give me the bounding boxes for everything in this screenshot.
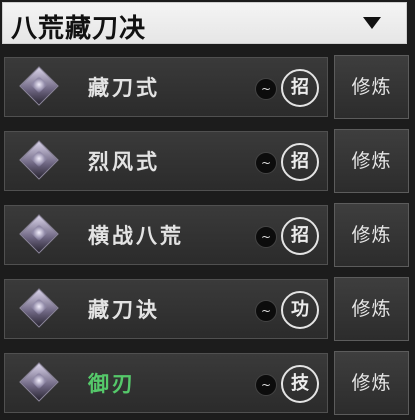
triangle-down-icon[interactable] xyxy=(363,17,381,29)
skill-name: 藏刀式 xyxy=(88,75,160,100)
skill-icon xyxy=(19,66,59,106)
level-icon: ~ xyxy=(255,300,277,322)
skill-name: 横战八荒 xyxy=(88,223,184,248)
skill-panel[interactable]: 藏刀诀 ~ 功 xyxy=(4,279,328,339)
level-icon: ~ xyxy=(255,78,277,100)
skill-panel[interactable]: 御刃 ~ 技 xyxy=(4,353,328,413)
train-button[interactable]: 修炼 xyxy=(334,351,409,415)
train-button[interactable]: 修炼 xyxy=(334,129,409,193)
skill-name: 御刃 xyxy=(88,371,136,396)
skill-type-badge: 招 xyxy=(281,217,319,255)
skill-panel[interactable]: 横战八荒 ~ 招 xyxy=(4,205,328,265)
skill-icon xyxy=(19,288,59,328)
skill-type-badge: 技 xyxy=(281,365,319,403)
skill-name: 烈风式 xyxy=(88,149,160,174)
skill-panel[interactable]: 藏刀式 ~ 招 xyxy=(4,57,328,117)
level-icon: ~ xyxy=(255,374,277,396)
skill-icon xyxy=(19,362,59,402)
skill-type-badge: 招 xyxy=(281,69,319,107)
level-icon: ~ xyxy=(255,226,277,248)
train-button[interactable]: 修炼 xyxy=(334,277,409,341)
skill-row: 横战八荒 ~ 招 修炼 xyxy=(4,203,409,269)
level-icon: ~ xyxy=(255,152,277,174)
skill-type-badge: 招 xyxy=(281,143,319,181)
skill-panel[interactable]: 烈风式 ~ 招 xyxy=(4,131,328,191)
skill-type-badge: 功 xyxy=(281,291,319,329)
martial-art-title: 八荒藏刀决 xyxy=(11,14,147,44)
martial-art-selector[interactable]: 八荒藏刀决 xyxy=(2,2,407,44)
skill-icon xyxy=(19,140,59,180)
train-button[interactable]: 修炼 xyxy=(334,203,409,267)
skill-row: 御刃 ~ 技 修炼 xyxy=(4,351,409,417)
skill-row: 烈风式 ~ 招 修炼 xyxy=(4,129,409,195)
skill-row: 藏刀诀 ~ 功 修炼 xyxy=(4,277,409,343)
train-button[interactable]: 修炼 xyxy=(334,55,409,119)
skill-icon xyxy=(19,214,59,254)
skill-name: 藏刀诀 xyxy=(88,297,160,322)
skill-row: 藏刀式 ~ 招 修炼 xyxy=(4,55,409,121)
